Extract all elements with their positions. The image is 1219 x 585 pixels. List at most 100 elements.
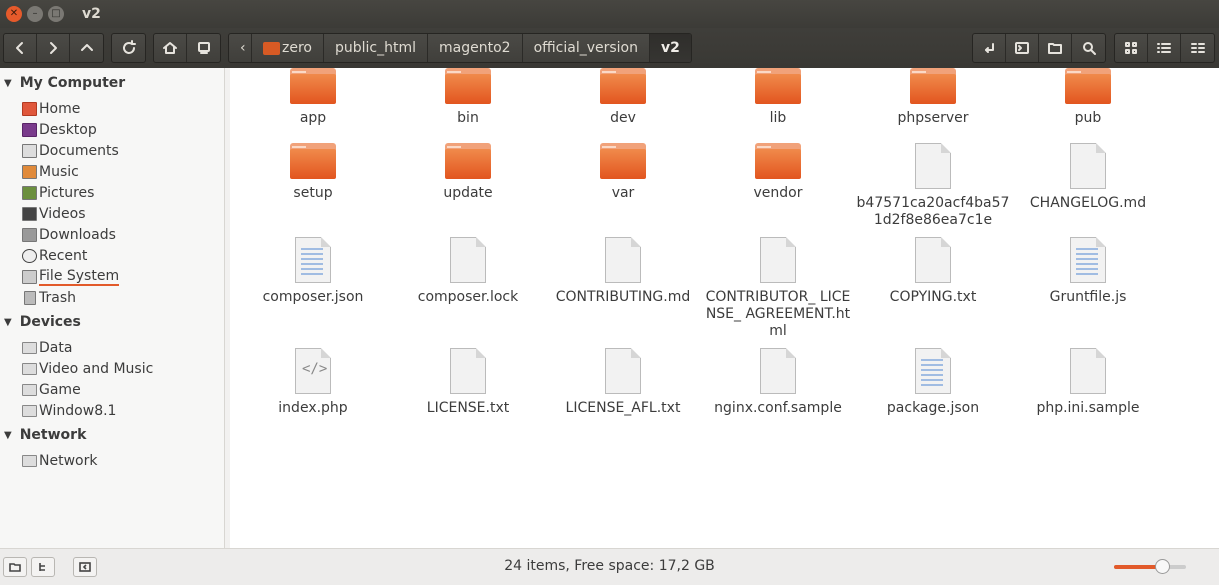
- sidebar-item-data[interactable]: Data: [22, 337, 72, 358]
- sidebar-item-game[interactable]: Game: [22, 379, 81, 400]
- trash-icon: [24, 290, 36, 305]
- new-folder-button[interactable]: [1039, 34, 1072, 62]
- places-group: [153, 33, 221, 63]
- folder-item[interactable]: pub: [1005, 68, 1171, 127]
- file-name: CHANGELOG.md: [1029, 195, 1147, 211]
- file-item[interactable]: CONTRIBUTOR_ LICENSE_ AGREEMENT.html: [695, 237, 861, 340]
- drive-icon: [22, 341, 37, 354]
- folder-item[interactable]: var: [540, 143, 706, 202]
- file-name: php.ini.sample: [1036, 400, 1140, 416]
- sidebar-item-network[interactable]: Network: [22, 450, 97, 471]
- breadcrumb-zero[interactable]: zero: [252, 34, 324, 62]
- drive-icon: [22, 269, 37, 284]
- home-button[interactable]: [154, 34, 187, 62]
- list-view-button[interactable]: [1148, 34, 1181, 62]
- sidebar-item-documents[interactable]: Documents: [22, 140, 119, 161]
- folder-item[interactable]: setup: [230, 143, 396, 202]
- file-item[interactable]: composer.lock: [385, 237, 551, 306]
- close-window-button[interactable]: ✕: [6, 6, 22, 22]
- file-item[interactable]: CHANGELOG.md: [1005, 143, 1171, 212]
- file-item[interactable]: b47571ca20acf4ba571d2f8e86ea7c1e: [850, 143, 1016, 229]
- videos-icon: [22, 206, 37, 221]
- code-file-icon: [295, 237, 331, 283]
- sidebar-item-pictures[interactable]: Pictures: [22, 182, 94, 203]
- folder-item[interactable]: phpserver: [850, 68, 1016, 127]
- action-buttons: [972, 33, 1106, 63]
- network-icon: [22, 454, 37, 467]
- document-icon: [1070, 348, 1106, 394]
- maximize-window-button[interactable]: □: [48, 6, 64, 22]
- chevron-left-icon: [16, 42, 23, 54]
- drive-icon: [22, 362, 37, 375]
- terminal-button[interactable]: [1006, 34, 1039, 62]
- zoom-slider-handle[interactable]: [1154, 559, 1170, 574]
- section-network[interactable]: ▼ Network: [4, 427, 86, 443]
- home-icon: [163, 42, 177, 54]
- computer-button[interactable]: [187, 34, 220, 62]
- compact-view-button[interactable]: [1181, 34, 1214, 62]
- up-button[interactable]: [70, 34, 103, 62]
- file-item[interactable]: Gruntfile.js: [1005, 237, 1171, 306]
- grid-icon: [1125, 42, 1137, 54]
- folder-item[interactable]: update: [385, 143, 551, 202]
- sidebar-item-music[interactable]: Music: [22, 161, 79, 182]
- search-button[interactable]: [1072, 34, 1105, 62]
- minimize-window-button[interactable]: –: [27, 6, 43, 22]
- folder-item[interactable]: dev: [540, 68, 706, 127]
- document-icon: [760, 237, 796, 283]
- file-item[interactable]: COPYING.txt: [850, 237, 1016, 306]
- document-icon: [915, 237, 951, 283]
- file-name: CONTRIBUTING.md: [555, 289, 691, 305]
- file-name: vendor: [753, 185, 803, 201]
- file-name: update: [443, 185, 493, 201]
- file-name: var: [611, 185, 635, 201]
- breadcrumb-public-html[interactable]: public_html: [324, 34, 428, 62]
- sidebar-item-home[interactable]: Home: [22, 98, 80, 119]
- file-item[interactable]: LICENSE.txt: [385, 348, 551, 417]
- drive-icon: [22, 383, 37, 396]
- folder-item[interactable]: bin: [385, 68, 551, 127]
- expander-icon: ▼: [4, 429, 12, 441]
- file-item[interactable]: nginx.conf.sample: [695, 348, 861, 417]
- view-mode-buttons: [1114, 33, 1215, 63]
- chevron-up-icon: [80, 44, 93, 51]
- sidebar-item-file-system[interactable]: File System: [22, 266, 120, 287]
- breadcrumb: ‹ zero public_html magento2 official_ver…: [228, 33, 692, 63]
- folder-icon: [755, 68, 801, 104]
- folder-item[interactable]: vendor: [695, 143, 861, 202]
- file-name: LICENSE.txt: [426, 400, 510, 416]
- file-item[interactable]: </> index.php: [230, 348, 396, 417]
- file-name: setup: [293, 185, 333, 201]
- breadcrumb-official-version[interactable]: official_version: [523, 34, 650, 62]
- toggle-location-button[interactable]: [973, 34, 1006, 62]
- forward-button[interactable]: [37, 34, 70, 62]
- search-icon: [1082, 42, 1096, 55]
- sidebar-item-downloads[interactable]: Downloads: [22, 224, 116, 245]
- file-item[interactable]: package.json: [850, 348, 1016, 417]
- folder-item[interactable]: app: [230, 68, 396, 127]
- file-item[interactable]: CONTRIBUTING.md: [540, 237, 706, 306]
- sidebar-item-desktop[interactable]: Desktop: [22, 119, 97, 140]
- breadcrumb-scroll-left[interactable]: ‹: [229, 34, 252, 62]
- terminal-icon: [1015, 42, 1029, 54]
- reload-button[interactable]: [112, 34, 145, 62]
- icon-view-button[interactable]: [1115, 34, 1148, 62]
- file-name: phpserver: [897, 110, 969, 126]
- sidebar-item-recent[interactable]: Recent: [22, 245, 87, 266]
- file-item[interactable]: php.ini.sample: [1005, 348, 1171, 417]
- toolbar: ‹ zero public_html magento2 official_ver…: [0, 28, 1219, 68]
- back-button[interactable]: [4, 34, 37, 62]
- sidebar-item-window8[interactable]: Window8.1: [22, 400, 116, 421]
- section-my-computer[interactable]: ▼ My Computer: [4, 75, 125, 91]
- file-item[interactable]: LICENSE_AFL.txt: [540, 348, 706, 417]
- breadcrumb-magento2[interactable]: magento2: [428, 34, 523, 62]
- sidebar-item-videos[interactable]: Videos: [22, 203, 86, 224]
- section-devices[interactable]: ▼ Devices: [4, 314, 81, 330]
- zoom-slider[interactable]: [1114, 559, 1186, 574]
- breadcrumb-v2[interactable]: v2: [650, 34, 691, 62]
- file-item[interactable]: composer.json: [230, 237, 396, 306]
- sidebar-item-video-and-music[interactable]: Video and Music: [22, 358, 153, 379]
- folder-item[interactable]: lib: [695, 68, 861, 127]
- sidebar-item-trash[interactable]: Trash: [22, 287, 76, 308]
- file-name: pub: [1074, 110, 1102, 126]
